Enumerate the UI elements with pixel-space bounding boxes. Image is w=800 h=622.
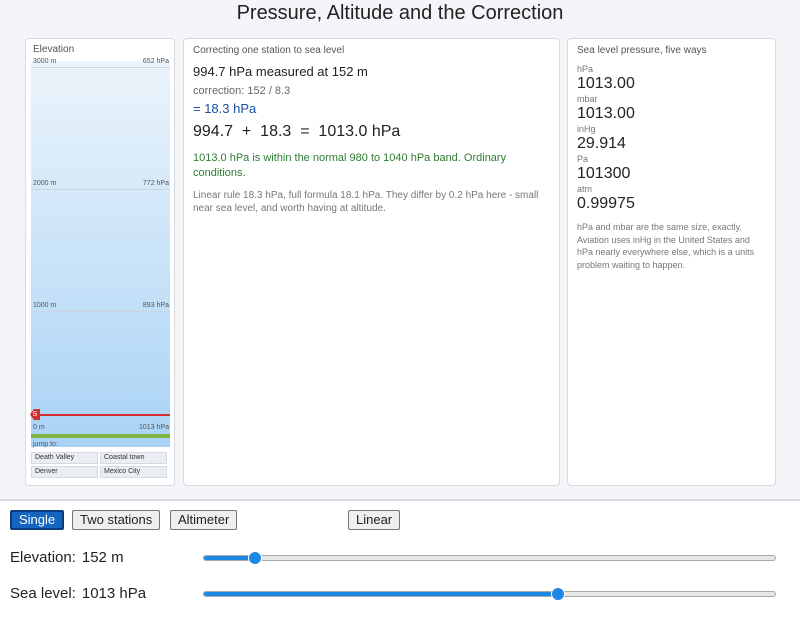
elevation-panel: Elevation 3000 m 652 hPa 2000 m 772 hPa … [25, 38, 175, 486]
correction-equation: 994.7 + 18.3 = 1013.0 hPa [193, 123, 401, 140]
tick-pressure-0m: 1013 hPa [139, 424, 169, 431]
jump-coastal-town-button[interactable]: Coastal town [100, 452, 167, 464]
tick-line-2000m [31, 189, 170, 190]
correction-result: = 18.3 hPa [193, 101, 257, 116]
jump-to-label: jump to: [33, 441, 58, 448]
measured-pressure: 994.7 hPa measured at 152 m [193, 64, 368, 79]
tick-pressure-2000m: 772 hPa [142, 180, 169, 187]
sea-level-slider[interactable] [203, 587, 776, 601]
correction-panel: Correcting one station to sea level 994.… [183, 38, 560, 486]
status-note: 1013.0 hPa is within the normal 980 to 1… [193, 152, 507, 179]
mode-altimeter-button[interactable]: Altimeter [170, 510, 238, 530]
mode-two-stations-button[interactable]: Two stations [72, 510, 161, 530]
comparison-note: Linear rule 18.3 hPa, full formula 18.1 … [193, 190, 539, 214]
page-title: Pressure, Altitude and the Correction [236, 2, 564, 24]
unit-label-mbar: mbar [577, 94, 598, 104]
tick-label-3000m: 3000 m [33, 58, 57, 65]
jump-mexico-city-button[interactable]: Mexico City [100, 466, 167, 478]
elevation-column[interactable] [31, 61, 170, 447]
elevation-panel-title: Elevation [33, 44, 75, 55]
tick-label-1000m: 1000 m [33, 302, 57, 309]
unit-value-mbar: 1013.00 [577, 105, 635, 122]
station-marker-line[interactable] [31, 414, 170, 416]
unit-label-hpa: hPa [577, 64, 594, 74]
units-panel: Sea level pressure, five ways hPa 1013.0… [567, 38, 776, 486]
tick-line-1000m [31, 311, 170, 312]
tick-label-2000m: 2000 m [33, 180, 57, 187]
unit-label-inhg: inHg [577, 124, 596, 134]
elevation-slider-thumb[interactable] [248, 551, 263, 565]
elevation-value: 152 m [81, 549, 124, 566]
linear-toggle-button[interactable]: Linear [348, 510, 401, 530]
elevation-label-text: Elevation: [10, 549, 76, 566]
mode-single-button[interactable]: Single [10, 510, 65, 530]
controls-bar: Single Two stations Altimeter Linear Ele… [0, 499, 800, 622]
unit-label-pa: Pa [577, 154, 589, 164]
unit-value-hpa: 1013.00 [577, 75, 635, 92]
correction-panel-title: Correcting one station to sea level [193, 45, 345, 56]
sea-level-slider-thumb[interactable] [551, 587, 566, 601]
tick-label-0m: 0 m [33, 424, 45, 431]
jump-death-valley-button[interactable]: Death Valley [31, 452, 98, 464]
sea-level-label: Sea level: 1013 hPa [10, 585, 146, 602]
tick-line-3000m [31, 67, 170, 68]
jump-denver-button[interactable]: Denver [31, 466, 98, 478]
sea-level-label-text: Sea level: [10, 585, 76, 602]
sea-level-value: 1013 hPa [81, 585, 147, 602]
ground-line [31, 434, 170, 438]
unit-value-pa: 101300 [577, 165, 631, 182]
units-panel-title: Sea level pressure, five ways [577, 45, 707, 56]
unit-label-atm: atm [577, 184, 593, 194]
unit-value-inhg: 29.914 [577, 135, 626, 152]
tick-pressure-3000m: 652 hPa [142, 58, 169, 65]
sea-level-slider-fill [204, 592, 559, 596]
tick-pressure-1000m: 893 hPa [142, 302, 169, 309]
elevation-slider[interactable] [203, 551, 776, 565]
correction-formula: correction: 152 / 8.3 [193, 85, 291, 97]
elevation-label: Elevation: 152 m [10, 549, 124, 566]
unit-value-atm: 0.99975 [577, 195, 635, 212]
units-note: hPa and mbar are the same size, exactly.… [577, 222, 755, 270]
